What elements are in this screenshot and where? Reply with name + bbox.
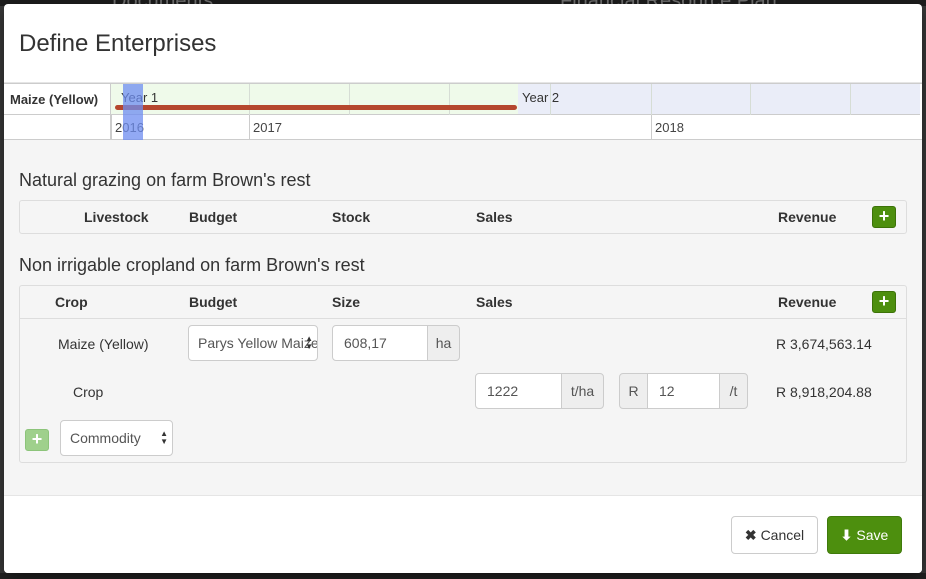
modal-title: Define Enterprises [19, 30, 217, 57]
add-crop-button[interactable]: + [872, 291, 896, 313]
timeline-gridline [449, 84, 450, 115]
budget-select[interactable]: Parys Yellow Maize ▲ ▼ [188, 325, 318, 361]
col-revenue: Revenue [778, 294, 837, 310]
yield-unit-addon: t/ha [561, 373, 604, 409]
col-revenue: Revenue [778, 209, 837, 225]
add-livestock-button[interactable]: + [872, 206, 896, 228]
crop-subrow-label: Crop [73, 384, 104, 400]
cancel-button[interactable]: ✖ Cancel [731, 516, 818, 554]
define-enterprises-dialog: Define Enterprises Maize (Yellow) Year 1… [4, 4, 922, 573]
price-input[interactable]: 12 [647, 373, 720, 409]
save-button[interactable]: ⬇ Save [827, 516, 902, 554]
commodity-select[interactable]: Commodity ▲ ▼ [60, 420, 173, 456]
timeline-gridline [651, 84, 652, 115]
commodity-select-value: Commodity [70, 430, 141, 446]
crop-name: Maize (Yellow) [58, 336, 149, 352]
col-budget: Budget [189, 209, 238, 225]
enterprise-timeline: Maize (Yellow) Year 1 Year 2 2016 2017 2… [4, 83, 922, 140]
cancel-label: Cancel [760, 527, 805, 543]
timeline-date-2018: 2018 [651, 115, 922, 140]
grazing-section-title: Natural grazing on farm Brown's rest [19, 170, 311, 190]
add-commodity-button[interactable]: + [25, 429, 49, 451]
timeline-label-spacer [4, 115, 111, 140]
select-arrows-icon: ▲ ▼ [305, 334, 313, 351]
modal-body: Maize (Yellow) Year 1 Year 2 2016 2017 2… [4, 83, 922, 495]
timeline-enterprise-bar[interactable] [115, 105, 517, 110]
subrow-revenue: R 8,918,204.88 [776, 384, 872, 400]
timeline-gridline [249, 84, 250, 115]
timeline-year-2-band [518, 84, 920, 115]
size-input[interactable]: 608,17 [332, 325, 428, 361]
col-sales: Sales [476, 294, 513, 310]
col-crop: Crop [55, 294, 88, 310]
grazing-table-header: Livestock Budget Stock Sales Revenue + [20, 201, 906, 234]
timeline-gridline [750, 84, 751, 115]
download-icon: ⬇ [840, 527, 853, 543]
col-size: Size [332, 294, 361, 310]
col-budget: Budget [189, 294, 238, 310]
price-currency-addon: R [619, 373, 648, 409]
timeline-today-marker[interactable] [123, 84, 143, 140]
modal-footer: ✖ Cancel ⬇ Save [4, 495, 922, 573]
close-icon: ✖ [744, 527, 757, 543]
crop-revenue: R 3,674,563.14 [776, 336, 872, 352]
timeline-date-row: 2016 2017 2018 [111, 115, 922, 140]
select-arrows-icon: ▲ ▼ [160, 429, 168, 446]
timeline-gridline [850, 84, 851, 115]
col-stock: Stock [332, 209, 371, 225]
timeline-row-label: Maize (Yellow) [4, 84, 111, 115]
save-label: Save [856, 527, 889, 543]
budget-select-value: Parys Yellow Maize [198, 335, 318, 351]
col-sales: Sales [476, 209, 513, 225]
size-unit-addon: ha [427, 325, 460, 361]
price-unit-addon: /t [719, 373, 748, 409]
backdrop-bottom [0, 573, 926, 579]
yield-input[interactable]: 1222 [475, 373, 562, 409]
grazing-table: Livestock Budget Stock Sales Revenue + [19, 200, 907, 234]
cropland-table-header: Crop Budget Size Sales Revenue + [20, 286, 906, 319]
cropland-table: Crop Budget Size Sales Revenue + Maize (… [19, 285, 907, 463]
timeline-year-1-band [111, 84, 518, 115]
timeline-gridline [349, 84, 350, 115]
modal-header: Define Enterprises [4, 4, 922, 83]
cropland-section-title: Non irrigable cropland on farm Brown's r… [19, 255, 365, 275]
timeline-date-2017: 2017 [249, 115, 651, 140]
col-livestock: Livestock [84, 209, 149, 225]
timeline-year-2-label: Year 2 [522, 90, 560, 105]
